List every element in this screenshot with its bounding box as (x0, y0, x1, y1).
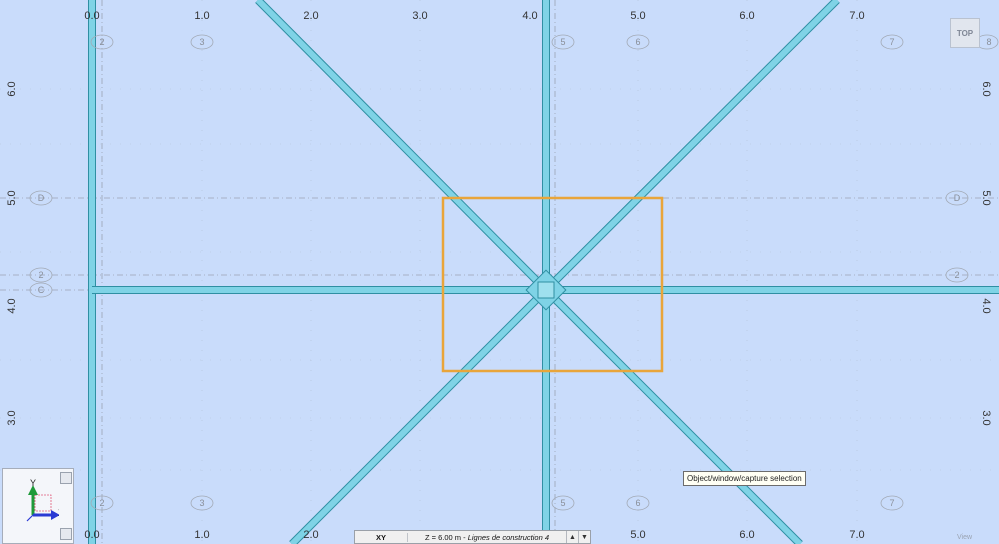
grid-bubble-label: 5 (560, 498, 565, 508)
ruler-x-label: 2.0 (303, 529, 318, 541)
ruler-y-label: 4.0 (6, 298, 18, 313)
beam-diagonal-se[interactable] (543, 287, 803, 544)
grid-bubble-label: 6 (635, 37, 640, 47)
level-label[interactable]: Z = 6.00 m - Lignes de construction 4 (407, 532, 566, 542)
ruler-x-label: 1.0 (194, 10, 209, 22)
ruler-y-label: 3.0 (980, 410, 992, 425)
axis-triad: Y X (2, 468, 74, 544)
grid-bubble-label: 2 (99, 37, 104, 47)
view-status-bar[interactable]: XY Z = 6.00 m - Lignes de construction 4… (354, 530, 591, 544)
ruler-x-label: 7.0 (849, 10, 864, 22)
axis-x-label: X (58, 508, 59, 518)
grid-bubble-label: D (38, 193, 45, 203)
selection-tooltip: Object/window/capture selection (683, 471, 806, 486)
ruler-y-label: 6.0 (6, 81, 18, 96)
grid-bubbles-top (29, 34, 999, 511)
ruler-y-label: 3.0 (6, 410, 18, 425)
grid-bubble-label: 8 (986, 37, 991, 47)
ruler-x-label: 0.0 (84, 529, 99, 541)
ruler-x-label: 2.0 (303, 10, 318, 22)
beam-diagonal-sw[interactable] (289, 287, 549, 544)
beam-diagonal-nw[interactable] (255, 0, 549, 293)
ruler-x-label: 5.0 (630, 10, 645, 22)
construction-grid (0, 0, 999, 544)
ruler-x-label: 6.0 (739, 10, 754, 22)
grid-bubble-label: 7 (889, 498, 894, 508)
model-canvas[interactable]: 0.0 1.0 2.0 3.0 4.0 5.0 6.0 7.0 0.0 1.0 … (0, 0, 999, 544)
level-value: Z = 6.00 m (424, 532, 462, 542)
level-separator: - (461, 532, 468, 542)
grid-bubble-label: 3 (199, 37, 204, 47)
ruler-x-label: 0.0 (84, 10, 99, 22)
grid-bubble-label: D (954, 193, 961, 203)
level-name: Lignes de construction 4 (467, 532, 550, 542)
grid-bubble-labels: 2 3 5 6 7 8 2 3 5 6 7 D 2 C D 2 (38, 37, 992, 508)
ruler-right: 6.0 5.0 4.0 3.0 (980, 81, 992, 425)
level-dropdown-button[interactable]: ▼ (578, 531, 590, 543)
grid-bubble-label: 7 (889, 37, 894, 47)
plane-label[interactable]: XY (355, 533, 407, 542)
ruler-y-label: 5.0 (980, 190, 992, 205)
ruler-y-label: 6.0 (980, 81, 992, 96)
beams[interactable] (88, 0, 999, 544)
ruler-x-label: 1.0 (194, 529, 209, 541)
beam-diagonal-ne[interactable] (543, 0, 840, 293)
ruler-x-label: 7.0 (849, 529, 864, 541)
grid-bubble-label: 2 (38, 270, 43, 280)
ruler-left: 6.0 5.0 4.0 3.0 (6, 81, 18, 425)
dotted-grid (0, 0, 999, 544)
ruler-x-label: 3.0 (412, 10, 427, 22)
axis-widget-button-top[interactable] (60, 472, 72, 484)
grid-bubble-label: 6 (635, 498, 640, 508)
level-up-button[interactable]: ▲ (566, 531, 578, 543)
chevron-down-icon: ▼ (581, 533, 588, 541)
grid-bubble-label: C (38, 285, 45, 295)
view-cube-top[interactable]: TOP (950, 18, 980, 48)
view-label: View (957, 534, 973, 541)
axis-widget-button-bottom[interactable] (60, 528, 72, 540)
axis-triad-icon: Y X (26, 478, 59, 522)
grid-bubble-label: 3 (199, 498, 204, 508)
ruler-top: 0.0 1.0 2.0 3.0 4.0 5.0 6.0 7.0 (84, 10, 864, 22)
ruler-x-label: 4.0 (522, 10, 537, 22)
ruler-y-label: 4.0 (980, 298, 992, 313)
ruler-x-label: 6.0 (739, 529, 754, 541)
ruler-y-label: 5.0 (6, 190, 18, 205)
grid-bubble-label: 2 (954, 270, 959, 280)
arrow-up-icon: ▲ (569, 533, 576, 541)
grid-bubble-label: 5 (560, 37, 565, 47)
grid-bubble-label: 2 (99, 498, 104, 508)
ruler-x-label: 5.0 (630, 529, 645, 541)
model-viewport[interactable]: 0.0 1.0 2.0 3.0 4.0 5.0 6.0 7.0 0.0 1.0 … (0, 0, 999, 544)
axis-y-label: Y (30, 478, 36, 488)
